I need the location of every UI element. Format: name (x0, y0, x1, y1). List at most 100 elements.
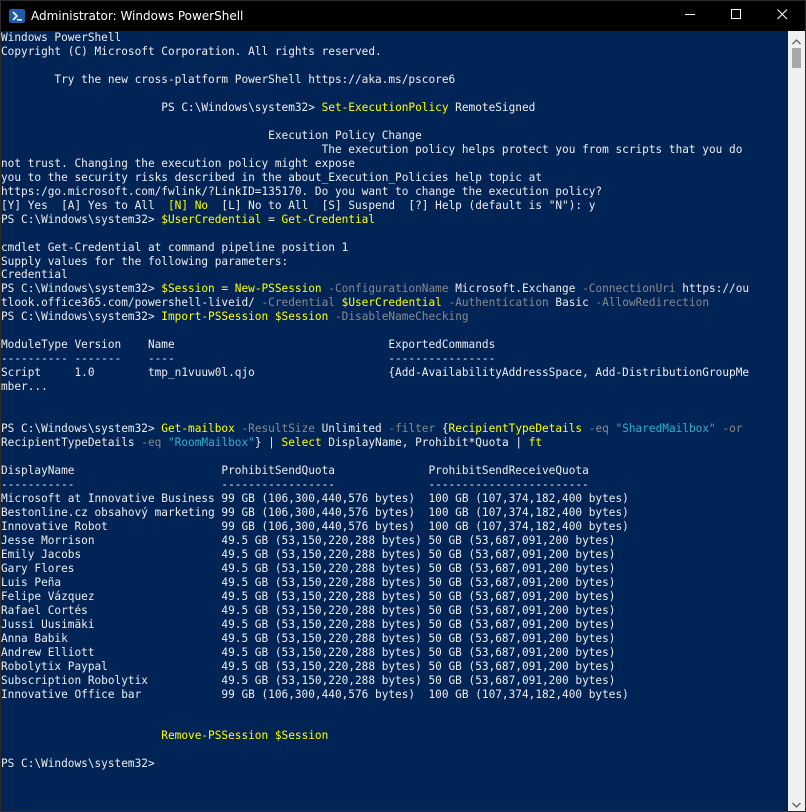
console-text: Robolytix Paypal 49.5 GB (53,150,220,288… (1, 659, 616, 673)
console-line: PS C:\Windows\system32> (1, 757, 788, 771)
console-line: Try the new cross-platform PowerShell ht… (1, 73, 788, 87)
console-text: Felipe Vázquez 49.5 GB (53,150,220,288 b… (1, 589, 616, 603)
console-text: Emily Jacobs 49.5 GB (53,150,220,288 byt… (1, 547, 616, 561)
powershell-window: Administrator: Windows PowerShell Window… (0, 0, 806, 812)
console-line: Anna Babik 49.5 GB (53,150,220,288 bytes… (1, 632, 788, 646)
console-text: ft (528, 436, 543, 450)
scroll-down-button[interactable] (788, 794, 805, 811)
console-text: Select (281, 436, 322, 450)
maximize-icon (730, 9, 742, 23)
console-text: Anna Babik 49.5 GB (53,150,220,288 bytes… (1, 631, 616, 645)
console-text: Get-mailbox (161, 422, 235, 436)
console-text: ----------- ----------------- ----------… (1, 478, 589, 491)
console-text: "SharedMailbox" (608, 422, 716, 436)
console-text: PS C:\Windows\system32> (1, 757, 155, 771)
console-text: $Session (161, 282, 215, 296)
console-text: Execution Policy Change (1, 128, 422, 142)
console-text: -Authentication (441, 296, 549, 310)
console-text: $UserCredential (161, 212, 262, 226)
console-text: ModuleType Version Name ExportedCommands (1, 338, 496, 352)
console-text: $Session (268, 729, 329, 743)
console-line: ----------- ----------------- ----------… (1, 478, 788, 492)
console-text: -ConfigurationName (321, 282, 449, 296)
console-line: Copyright (C) Microsoft Corporation. All… (1, 45, 788, 59)
maximize-button[interactable] (713, 1, 759, 31)
window-title: Administrator: Windows PowerShell (31, 9, 244, 23)
console-line: Rafael Cortés 49.5 GB (53,150,220,288 by… (1, 604, 788, 618)
console-line: PS C:\Windows\system32> $Session = New-P… (1, 282, 788, 296)
console-text: Supply values for the following paramete… (1, 254, 289, 268)
console-line: RecipientTypeDetails -eq "RoomMailbox"} … (1, 436, 788, 450)
minimize-button[interactable] (667, 1, 713, 31)
console-text: -ResultSize (234, 422, 315, 436)
console-line: Credential (1, 268, 788, 282)
console-text: -ConnectionUri (575, 282, 676, 296)
console-line: Execution Policy Change (1, 129, 788, 143)
console-text: Basic (548, 296, 589, 310)
title-bar[interactable]: Administrator: Windows PowerShell (1, 1, 805, 31)
console-text: [Y] Yes [A] Yes to All (1, 198, 168, 212)
console-line: Innovative Robot 99 GB (106,300,440,576 … (1, 520, 788, 534)
scroll-up-button[interactable] (788, 31, 805, 48)
console-text: Windows PowerShell (1, 31, 122, 44)
console-text: Set-ExecutionPolicy (321, 100, 449, 114)
console-text: Unlimited (314, 422, 382, 436)
console-text: Jussi Uusimäki 49.5 GB (53,150,220,288 b… (1, 617, 616, 631)
vertical-scrollbar[interactable] (788, 31, 805, 811)
console-text: Import-PSSession (161, 310, 269, 324)
console-line: DisplayName ProhibitSendQuota ProhibitSe… (1, 464, 788, 478)
console-line: [Y] Yes [A] Yes to All [N] No [L] No to … (1, 199, 788, 213)
console-text: https://ou (675, 282, 750, 296)
console-text: Credential (1, 268, 68, 282)
console-text: [N] No (167, 198, 209, 212)
console-text: RecipientTypeDetails (1, 436, 135, 450)
console-line: PS C:\Windows\system32> Set-ExecutionPol… (1, 101, 788, 115)
console-text: not trust. Changing the execution policy… (1, 156, 355, 170)
chevron-up-icon (792, 30, 801, 49)
console-text: -eq (134, 436, 162, 450)
console-text: RecipientTypeDetails (448, 422, 583, 436)
close-button[interactable] (759, 1, 805, 31)
console-text: DisplayName, Prohibit*Quota | (321, 436, 529, 450)
console-text: PS C:\Windows\system32> (1, 310, 162, 324)
console-output[interactable]: Windows PowerShell Copyright (C) Microsof… (1, 31, 788, 811)
console-line: The execution policy helps protect you f… (1, 143, 788, 157)
scrollbar-thumb[interactable] (792, 48, 801, 68)
console-text: Jesse Morrison 49.5 GB (53,150,220,288 b… (1, 533, 616, 547)
console-text: -filter (381, 422, 436, 436)
console-line: ModuleType Version Name ExportedCommands (1, 338, 788, 352)
console-line: Supply values for the following paramete… (1, 255, 788, 269)
console-text: Try the new cross-platform PowerShell ht… (1, 72, 456, 86)
console-line: Windows PowerShell (1, 31, 788, 45)
console-text: } | (254, 436, 282, 450)
console-text: you to the security risks described in t… (1, 170, 542, 184)
console-text: Get-Credential (281, 212, 376, 226)
console-text: DisplayName ProhibitSendQuota ProhibitSe… (1, 464, 589, 478)
console-line: Felipe Vázquez 49.5 GB (53,150,220,288 b… (1, 590, 788, 604)
console-text: PS C:\Windows\system32> (1, 100, 322, 114)
console-text: tlook.office365.com/powershell-liveid/ (1, 296, 255, 310)
console-line: Script 1.0 tmp_n1vuuw0l.qjo {Add-Availab… (1, 366, 788, 380)
console-text: -or (715, 422, 743, 436)
chevron-down-icon (792, 793, 801, 812)
console-line: tlook.office365.com/powershell-liveid/ -… (1, 296, 788, 310)
console-text: https:/go.microsoft.com/fwlink/?LinkID=1… (1, 184, 603, 198)
console-text: -AllowRedirection (588, 296, 710, 310)
console-line: ---------- ------- ---- ---------------- (1, 352, 788, 366)
console-line: Andrew Elliott 49.5 GB (53,150,220,288 b… (1, 646, 788, 660)
console-text: mber... (1, 380, 48, 394)
console-text: PS C:\Windows\system32> (1, 282, 162, 296)
console-text: -DisableNameChecking (328, 310, 469, 324)
console-text: "RoomMailbox" (161, 436, 255, 450)
console-line: you to the security risks described in t… (1, 171, 788, 185)
console-text: $UserCredential (334, 296, 442, 310)
console-line: Jussi Uusimäki 49.5 GB (53,150,220,288 b… (1, 618, 788, 632)
